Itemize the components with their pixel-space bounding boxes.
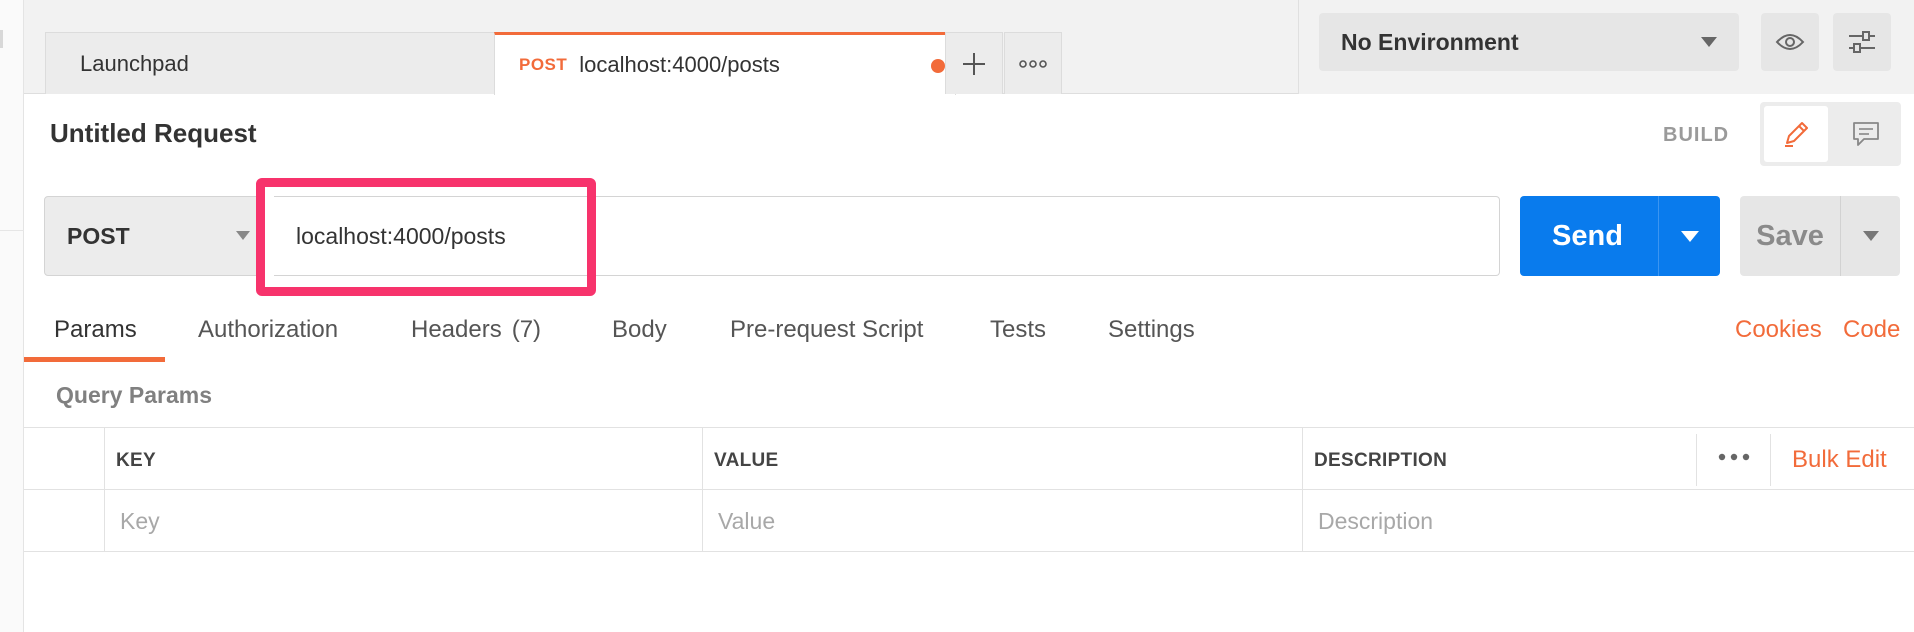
send-button[interactable]: Send [1520,196,1720,276]
column-divider [1302,428,1303,552]
column-options-button[interactable] [1714,442,1754,472]
ellipsis-icon [1019,59,1047,68]
tab-launchpad-label: Launchpad [80,50,189,76]
tab-settings-label: Settings [1108,316,1195,343]
param-key-input[interactable] [120,500,680,542]
tab-params[interactable]: Params [24,310,165,362]
tab-headers-label: Headers [411,316,502,343]
pencil-icon [1785,122,1808,147]
manage-environments-button[interactable] [1833,13,1891,71]
param-description-input[interactable] [1318,500,1878,542]
request-title[interactable]: Untitled Request [50,118,257,149]
new-tab-button[interactable] [945,32,1003,94]
unsaved-changes-dot [931,59,945,73]
sidebar-edge [0,0,24,632]
tab-method-badge: POST [519,55,568,74]
tab-settings[interactable]: Settings [1108,310,1195,362]
column-header-key: KEY [116,450,156,471]
environment-area: No Environment [1298,0,1914,94]
plus-icon [963,52,985,75]
send-options-dropdown[interactable] [1659,196,1720,276]
cookies-link[interactable]: Cookies [1735,316,1822,344]
edit-mode-button[interactable] [1764,106,1828,162]
tab-tests[interactable]: Tests [990,310,1046,362]
column-divider [702,428,703,552]
environment-quick-look-button[interactable] [1761,13,1819,71]
tab-authorization-label: Authorization [198,316,339,343]
environment-selected-label: No Environment [1341,28,1519,55]
tab-options-button[interactable] [1004,32,1062,94]
send-button-label: Send [1552,219,1623,252]
param-value-input[interactable] [718,500,1278,542]
chevron-down-icon [1862,231,1879,241]
comment-icon [1853,122,1879,146]
column-divider [104,428,105,552]
code-link[interactable]: Code [1843,316,1900,344]
request-url-input[interactable] [274,196,1500,276]
sliders-icon [1849,31,1875,53]
chevron-down-icon [1680,230,1699,242]
tab-pre-request-script[interactable]: Pre-request Script [730,310,923,362]
comments-button[interactable] [1834,106,1898,162]
tab-request-label: localhost:4000/posts [579,52,780,77]
column-divider [1770,434,1771,486]
table-header-row: KEY VALUE DESCRIPTION Bulk Edit [24,428,1914,490]
environment-select[interactable]: No Environment [1319,13,1739,71]
bulk-edit-link[interactable]: Bulk Edit [1792,446,1887,474]
tab-pre-request-script-label: Pre-request Script [730,316,924,343]
column-divider [1696,434,1697,486]
http-method-select[interactable]: POST [44,196,259,276]
headers-count: (7) [511,316,542,343]
mode-toggle [1760,102,1901,166]
tab-launchpad[interactable]: Launchpad [45,32,507,94]
tab-tests-label: Tests [990,316,1047,343]
request-section-tabs: Params Authorization Headers (7) Body Pr… [24,310,1914,362]
sidebar-divider [0,230,24,231]
app-window: Launchpad POST localhost:4000/posts No E… [0,0,1914,632]
tab-headers[interactable]: Headers (7) [411,310,541,362]
tab-authorization[interactable]: Authorization [198,310,338,362]
column-header-description: DESCRIPTION [1314,450,1448,471]
sidebar-notch [0,30,3,48]
ellipsis-icon [1718,453,1750,461]
save-options-dropdown[interactable] [1841,196,1900,276]
tab-body[interactable]: Body [612,310,667,362]
chevron-down-icon [236,231,250,240]
build-mode-label: BUILD [1663,124,1730,146]
tab-params-label: Params [54,316,137,343]
table-row [24,490,1914,552]
save-button[interactable]: Save [1740,196,1900,276]
query-params-table: KEY VALUE DESCRIPTION Bulk Edit [24,427,1914,552]
eye-icon [1775,34,1805,50]
column-header-value: VALUE [714,450,779,471]
http-method-label: POST [67,222,130,249]
query-params-label: Query Params [56,382,212,408]
tab-body-label: Body [612,316,667,343]
tab-active-request[interactable]: POST localhost:4000/posts [494,32,956,95]
save-button-label: Save [1756,219,1824,252]
chevron-down-icon [1701,37,1717,47]
